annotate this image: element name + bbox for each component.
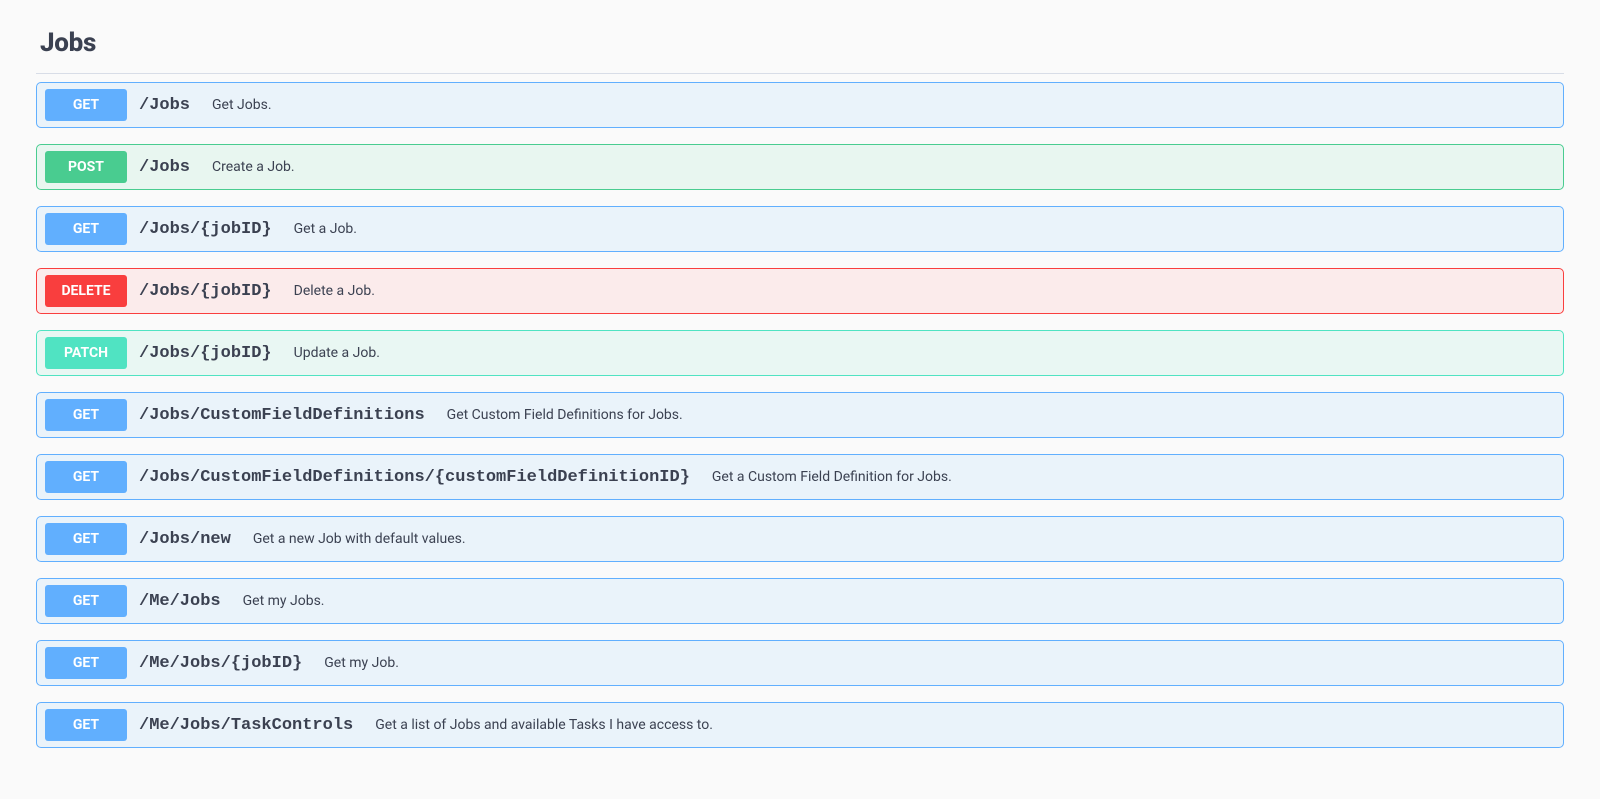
method-badge: GET	[45, 213, 127, 245]
operation-path: /Jobs/{jobID}	[139, 344, 282, 363]
section-title: Jobs	[40, 28, 1564, 58]
operation-description: Get a Job.	[294, 221, 357, 237]
operation-description: Delete a Job.	[294, 283, 375, 299]
method-badge: DELETE	[45, 275, 127, 307]
method-badge: GET	[45, 647, 127, 679]
operation-path: /Me/Jobs/TaskControls	[139, 716, 363, 735]
operation-row[interactable]: DELETE/Jobs/{jobID} Delete a Job.	[36, 268, 1564, 314]
operation-row[interactable]: GET/Jobs/new Get a new Job with default v…	[36, 516, 1564, 562]
operation-description: Get a list of Jobs and available Tasks I…	[375, 717, 713, 733]
section-divider	[36, 73, 1564, 74]
api-section: Jobs GET/Jobs Get Jobs. POST/Jobs Create a …	[0, 0, 1600, 778]
operation-row[interactable]: GET/Me/Jobs/TaskControls Get a list of Jo…	[36, 702, 1564, 748]
operation-path: /Jobs	[139, 96, 200, 115]
method-badge: GET	[45, 523, 127, 555]
operation-row[interactable]: GET/Jobs/{jobID} Get a Job.	[36, 206, 1564, 252]
operation-path: /Jobs/new	[139, 530, 241, 549]
method-badge: GET	[45, 709, 127, 741]
operation-description: Get my Jobs.	[243, 593, 325, 609]
operation-path: /Jobs/{jobID}	[139, 220, 282, 239]
operation-row[interactable]: PATCH/Jobs/{jobID} Update a Job.	[36, 330, 1564, 376]
operation-row[interactable]: GET/Me/Jobs/{jobID} Get my Job.	[36, 640, 1564, 686]
operation-description: Get a Custom Field Definition for Jobs.	[712, 469, 952, 485]
operation-description: Get Custom Field Definitions for Jobs.	[447, 407, 683, 423]
method-badge: GET	[45, 399, 127, 431]
operation-description: Get my Job.	[324, 655, 399, 671]
operation-path: /Jobs/CustomFieldDefinitions/{customFiel…	[139, 468, 700, 487]
method-badge: GET	[45, 89, 127, 121]
operation-row[interactable]: GET/Jobs/CustomFieldDefinitions Get Custo…	[36, 392, 1564, 438]
operation-list: GET/Jobs Get Jobs. POST/Jobs Create a Job. G…	[36, 82, 1564, 748]
operation-row[interactable]: GET/Jobs Get Jobs.	[36, 82, 1564, 128]
method-badge: POST	[45, 151, 127, 183]
operation-row[interactable]: GET/Jobs/CustomFieldDefinitions/{customF…	[36, 454, 1564, 500]
operation-path: /Me/Jobs/{jobID}	[139, 654, 312, 673]
operation-row[interactable]: GET/Me/Jobs Get my Jobs.	[36, 578, 1564, 624]
operation-description: Get a new Job with default values.	[253, 531, 466, 547]
operation-path: /Jobs/{jobID}	[139, 282, 282, 301]
operation-description: Update a Job.	[294, 345, 380, 361]
operation-path: /Jobs	[139, 158, 200, 177]
operation-path: /Jobs/CustomFieldDefinitions	[139, 406, 435, 425]
operation-description: Get Jobs.	[212, 97, 272, 113]
method-badge: GET	[45, 585, 127, 617]
method-badge: GET	[45, 461, 127, 493]
operation-description: Create a Job.	[212, 159, 295, 175]
method-badge: PATCH	[45, 337, 127, 369]
operation-path: /Me/Jobs	[139, 592, 231, 611]
operation-row[interactable]: POST/Jobs Create a Job.	[36, 144, 1564, 190]
